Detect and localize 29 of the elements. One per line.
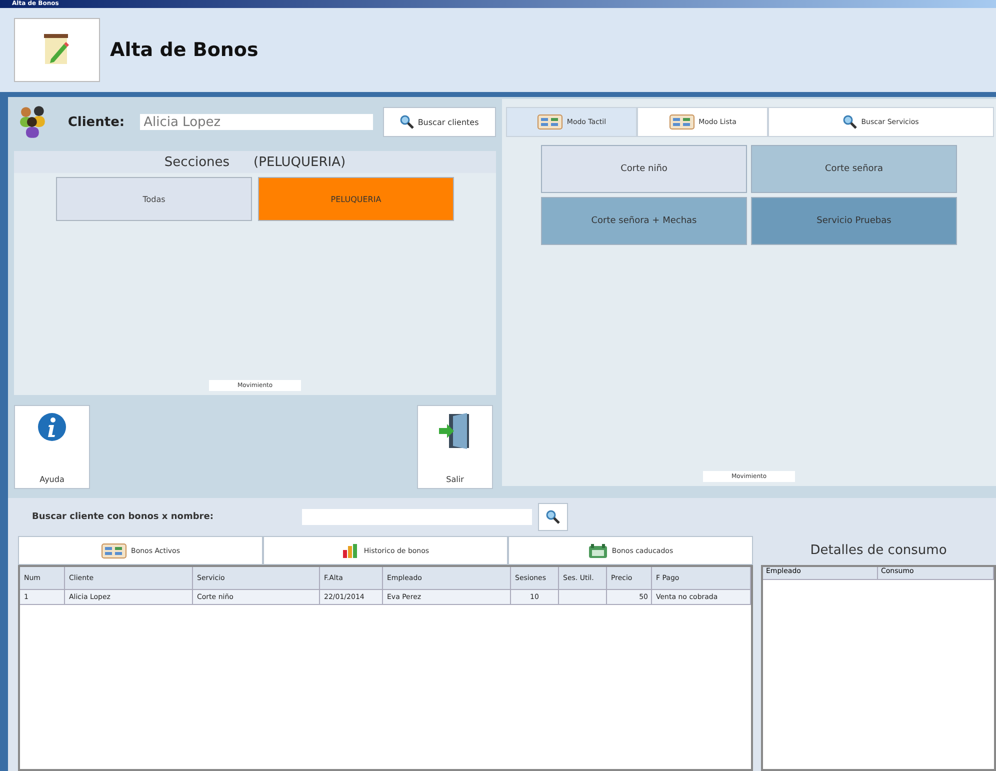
search-button[interactable]	[538, 503, 568, 531]
search-icon	[843, 115, 858, 129]
search-icon	[546, 510, 560, 524]
search-clients-button[interactable]: Buscar clientes	[382, 107, 496, 137]
service-tile[interactable]: Corte niño	[541, 145, 747, 193]
chart-icon	[342, 542, 360, 558]
exit-button[interactable]: Salir	[417, 405, 493, 489]
grid-icon	[536, 114, 563, 130]
page-title: Alta de Bonos	[110, 39, 258, 61]
client-label: Cliente:	[68, 114, 126, 130]
table-cell	[559, 590, 607, 605]
calendar-icon	[588, 542, 608, 558]
search-icon	[400, 115, 414, 129]
service-tile[interactable]: Servicio Pruebas	[751, 197, 957, 245]
client-field[interactable]: Alicia Lopez	[140, 114, 373, 130]
section-button[interactable]: Todas	[56, 177, 252, 221]
grid-icon	[668, 114, 695, 130]
section-button[interactable]: PELUQUERIA	[258, 177, 454, 221]
people-icon	[18, 105, 48, 139]
search-bonos-label: Buscar cliente con bonos x nombre:	[32, 512, 214, 522]
search-bonos-field[interactable]	[302, 509, 532, 525]
info-icon	[37, 412, 67, 442]
grid-icon	[101, 542, 128, 558]
service-tile[interactable]: Corte señora	[751, 145, 957, 193]
details-title: Detalles de consumo	[810, 543, 947, 558]
help-button[interactable]: Ayuda	[14, 405, 90, 489]
current-section: (PELUQUERIA)	[254, 154, 346, 170]
service-tile[interactable]: Corte señora + Mechas	[541, 197, 747, 245]
sections-title: Secciones	[164, 154, 230, 170]
